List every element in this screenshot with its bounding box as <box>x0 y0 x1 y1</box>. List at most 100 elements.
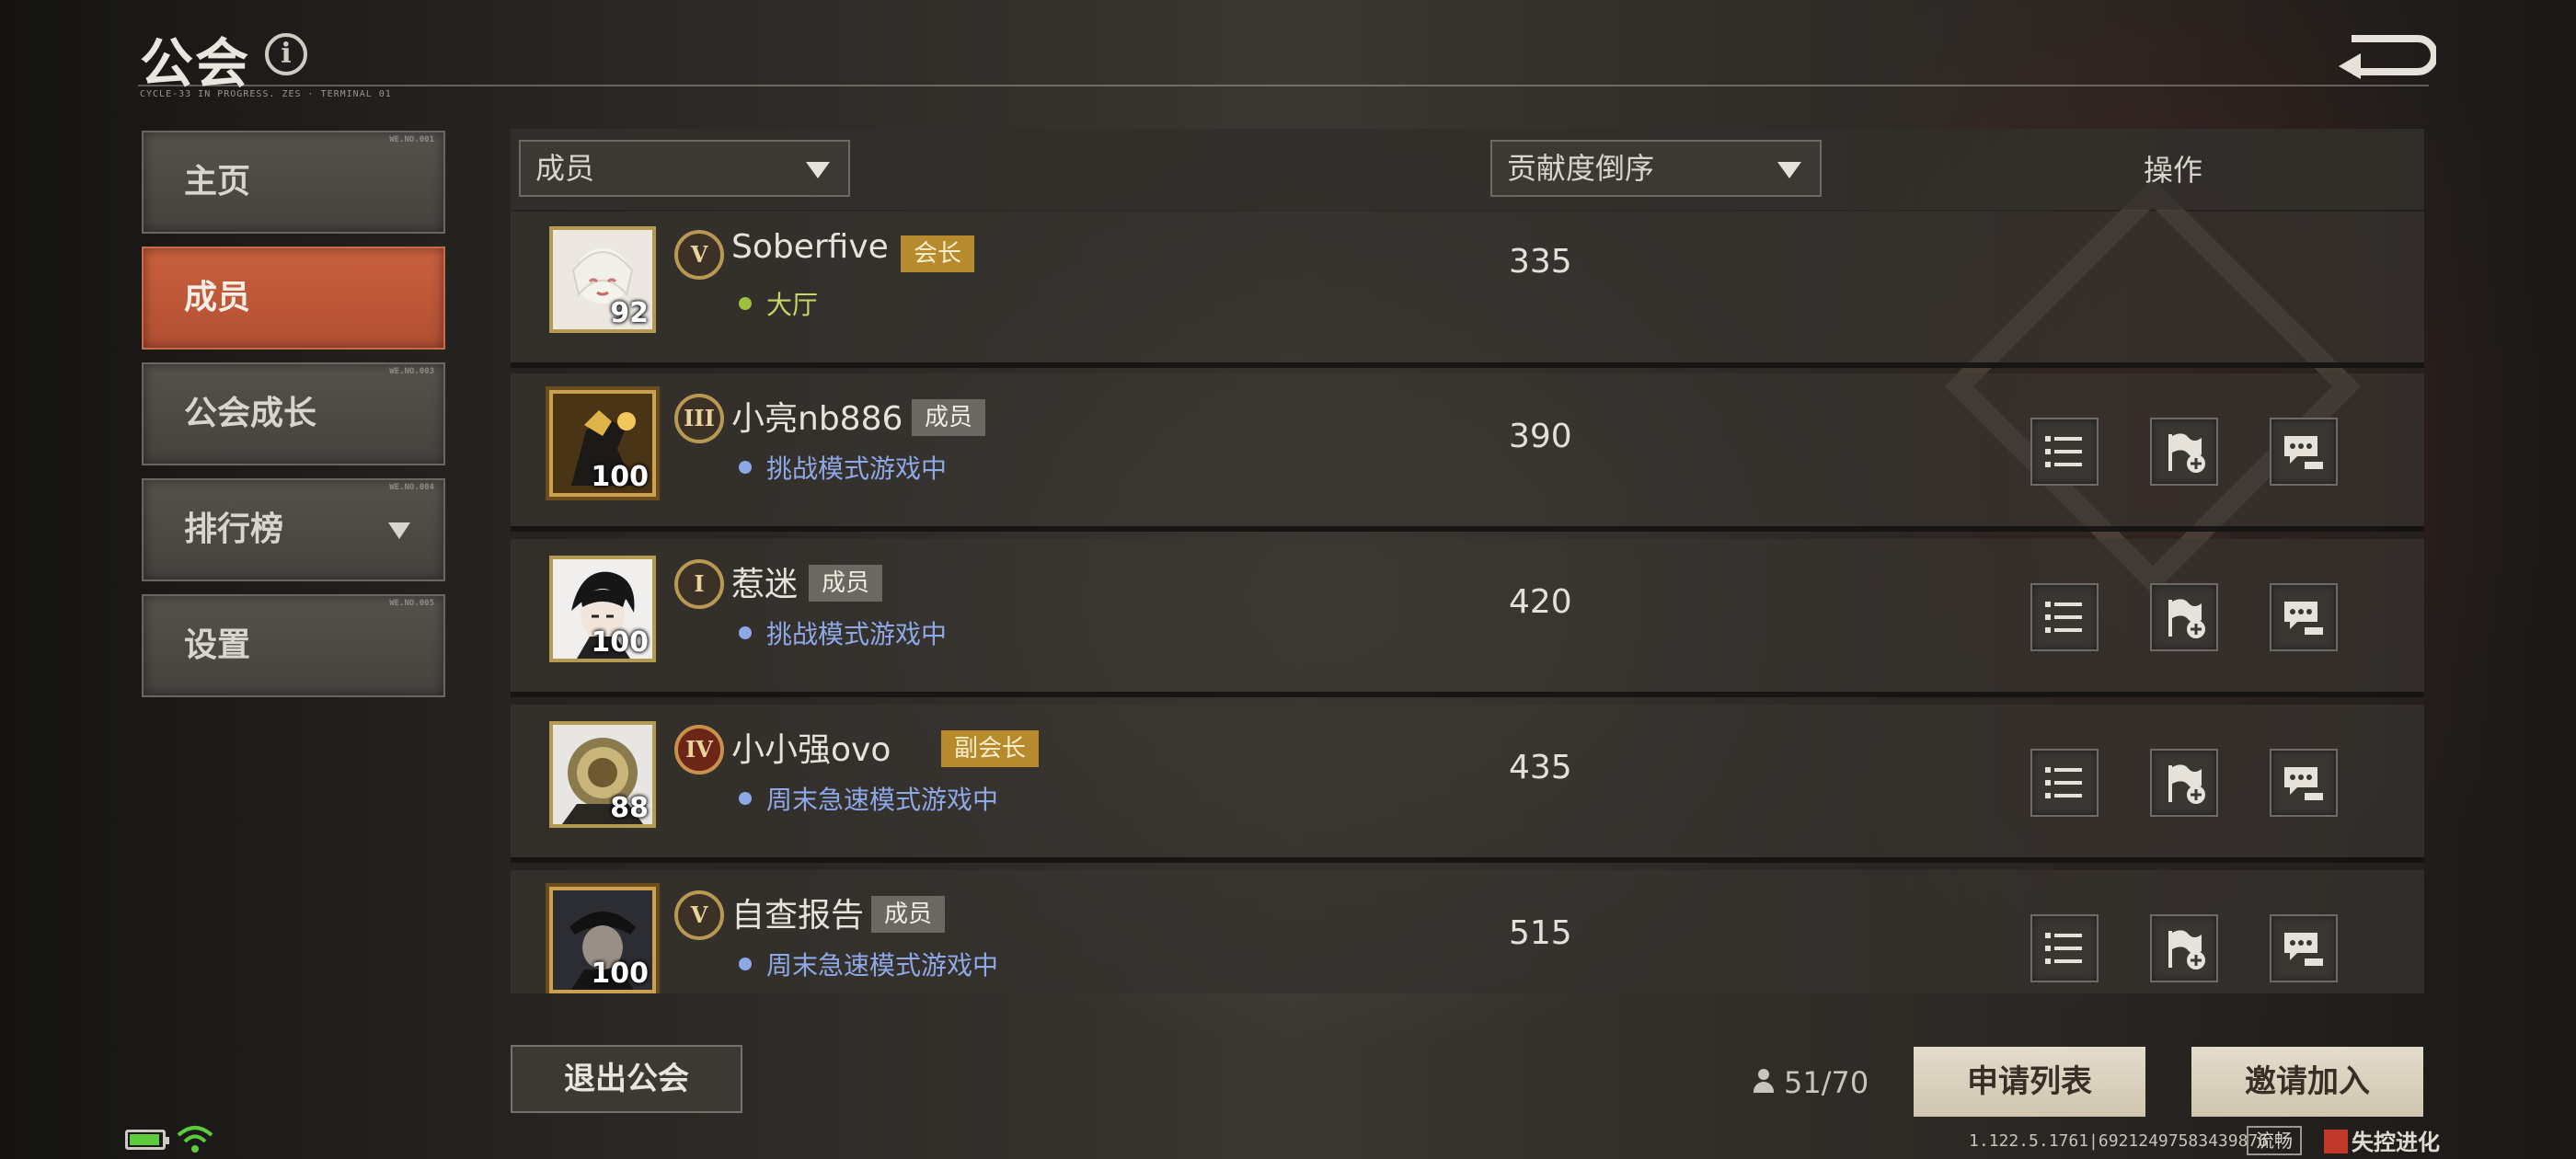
sidebar-item-members[interactable]: 成员 <box>142 247 445 350</box>
rank-badge-icon: V <box>674 230 724 280</box>
apply-list-button[interactable]: 申请列表 <box>1914 1047 2145 1117</box>
player-name: 自查报告 <box>731 897 865 935</box>
player-status: 挑战模式游戏中 <box>739 614 947 651</box>
player-level: 100 <box>591 958 649 990</box>
dropdown-arrow-icon <box>806 162 830 178</box>
header-divider <box>138 85 2429 86</box>
table-row[interactable]: 88 IV 小小强ovo 副会长 周末急速模式游戏中 435 <box>511 705 2424 863</box>
flag-add-icon[interactable] <box>2150 749 2218 817</box>
sidebar-item-label: 排行榜 <box>184 511 284 548</box>
table-row[interactable]: 100 I 惹迷 成员 挑战模式游戏中 420 <box>511 539 2424 697</box>
leave-guild-button[interactable]: 退出公会 <box>511 1045 742 1113</box>
member-filter-dropdown[interactable]: 成员 <box>519 140 850 197</box>
role-badge: 成员 <box>809 565 883 602</box>
sidebar-item-settings[interactable]: 设置 WE.NO.005 <box>142 594 445 697</box>
role-badge: 成员 <box>871 896 946 933</box>
player-level: 92 <box>610 297 649 329</box>
player-name: Soberfive <box>731 228 889 266</box>
return-arrow-icon[interactable] <box>2333 28 2438 79</box>
player-name: 惹迷 <box>731 566 799 603</box>
flag-add-icon[interactable] <box>2150 914 2218 982</box>
game-logo: 失控进化 <box>2324 1124 2440 1156</box>
contribution-score: 390 <box>1509 418 1572 455</box>
status-text: 周末急速模式游戏中 <box>766 950 999 981</box>
avatar[interactable]: 100 <box>549 887 656 993</box>
avatar[interactable]: 100 <box>549 556 656 662</box>
player-level: 100 <box>591 626 649 659</box>
status-dot-icon <box>739 626 752 639</box>
player-name: 小亮nb886 <box>731 400 903 438</box>
sidebar-item-tag: WE.NO.003 <box>389 367 434 376</box>
player-level: 88 <box>610 792 649 824</box>
flag-add-icon[interactable] <box>2150 583 2218 651</box>
player-status: 周末急速模式游戏中 <box>739 946 998 982</box>
list-icon[interactable] <box>2030 583 2099 651</box>
battery-icon <box>125 1130 169 1150</box>
player-level: 100 <box>591 461 649 493</box>
logo-mark-icon <box>2324 1130 2348 1153</box>
status-dot-icon <box>739 297 752 310</box>
sidebar-item-label: 公会成长 <box>184 395 317 432</box>
contribution-score: 420 <box>1509 583 1572 621</box>
sidebar-item-home[interactable]: 主页 WE.NO.001 <box>142 131 445 234</box>
table-row[interactable]: 100 V 自查报告 成员 周末急速模式游戏中 515 <box>511 870 2424 993</box>
member-count: 51/70 <box>1753 1065 1869 1100</box>
contribution-score: 435 <box>1509 749 1572 786</box>
table-row[interactable]: 92 V Soberfive 会长 大厅 335 <box>511 212 2424 368</box>
avatar[interactable]: 88 <box>549 721 656 828</box>
sidebar-item-label: 主页 <box>184 163 251 201</box>
info-icon[interactable]: i <box>265 33 307 75</box>
quality-tag[interactable]: 流畅 <box>2247 1126 2302 1155</box>
status-text: 周末急速模式游戏中 <box>766 785 999 815</box>
list-icon[interactable] <box>2030 914 2099 982</box>
dropdown-value: 贡献度倒序 <box>1507 151 1655 186</box>
contribution-score: 515 <box>1509 914 1572 952</box>
rank-badge-icon: IV <box>674 725 724 775</box>
status-text: 挑战模式游戏中 <box>766 619 948 649</box>
avatar[interactable]: 100 <box>549 390 656 497</box>
rank-badge-icon: III <box>674 394 724 443</box>
status-dot-icon <box>739 958 752 970</box>
dropdown-value: 成员 <box>535 151 595 186</box>
status-text: 挑战模式游戏中 <box>766 453 948 484</box>
version-string: 1.122.5.1761|69212497583439876 <box>1969 1131 2269 1151</box>
player-name: 小小强ovo <box>731 731 891 769</box>
header-subtitle: CYCLE-33 IN PROGRESS. ZES · TERMINAL 01 <box>140 89 392 99</box>
member-list[interactable]: 92 V Soberfive 会长 大厅 335 100 III 小亮nb886… <box>511 212 2424 993</box>
avatar[interactable]: 92 <box>549 226 656 333</box>
sidebar-item-guild-growth[interactable]: 公会成长 WE.NO.003 <box>142 362 445 465</box>
list-icon[interactable] <box>2030 749 2099 817</box>
contribution-score: 335 <box>1509 243 1572 281</box>
player-status: 挑战模式游戏中 <box>739 449 947 486</box>
sort-dropdown[interactable]: 贡献度倒序 <box>1490 140 1822 197</box>
player-status: 大厅 <box>739 285 818 322</box>
player-status: 周末急速模式游戏中 <box>739 780 998 817</box>
ops-column-header: 操作 <box>2144 153 2203 188</box>
member-count-value: 51/70 <box>1784 1065 1869 1100</box>
sidebar-item-label: 成员 <box>184 279 251 316</box>
chat-add-icon[interactable] <box>2270 418 2338 486</box>
chevron-down-icon <box>388 522 410 539</box>
sidebar-item-tag: WE.NO.001 <box>389 135 434 144</box>
person-icon <box>1753 1069 1775 1095</box>
chat-add-icon[interactable] <box>2270 749 2338 817</box>
invite-button[interactable]: 邀请加入 <box>2191 1047 2423 1117</box>
chat-add-icon[interactable] <box>2270 583 2338 651</box>
rank-badge-icon: I <box>674 559 724 609</box>
flag-add-icon[interactable] <box>2150 418 2218 486</box>
sidebar-item-tag: WE.NO.005 <box>389 599 434 608</box>
chat-add-icon[interactable] <box>2270 914 2338 982</box>
wifi-icon <box>177 1124 213 1153</box>
role-badge: 成员 <box>912 399 986 436</box>
list-icon[interactable] <box>2030 418 2099 486</box>
rank-badge-icon: V <box>674 890 724 940</box>
role-badge: 会长 <box>901 235 975 272</box>
sidebar-item-tag: WE.NO.004 <box>389 483 434 492</box>
sidebar-item-label: 设置 <box>184 626 251 664</box>
table-row[interactable]: 100 III 小亮nb886 成员 挑战模式游戏中 390 <box>511 373 2424 532</box>
dropdown-arrow-icon <box>1777 162 1801 178</box>
status-text: 大厅 <box>766 290 819 320</box>
role-badge: 副会长 <box>941 730 1040 767</box>
status-dot-icon <box>739 792 752 805</box>
sidebar-item-leaderboard[interactable]: 排行榜 WE.NO.004 <box>142 478 445 581</box>
